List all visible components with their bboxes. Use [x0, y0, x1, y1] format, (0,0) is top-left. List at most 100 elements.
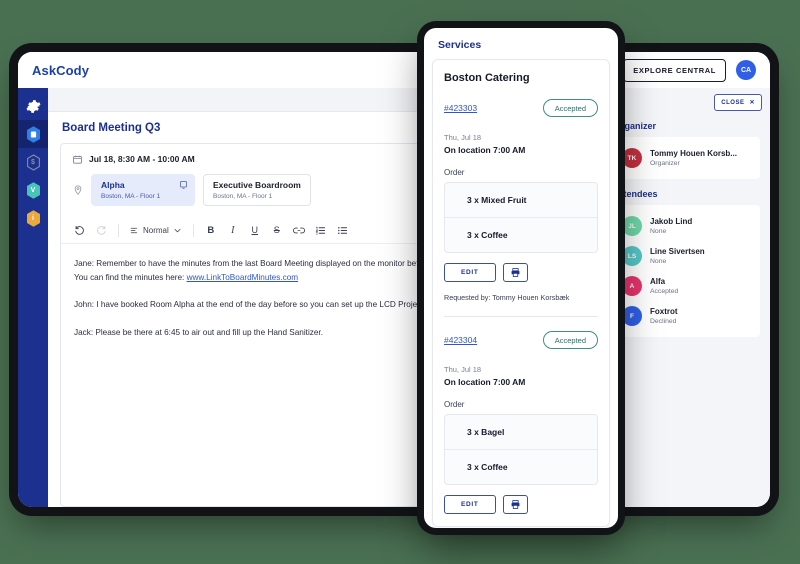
room-card-executive-boardroom[interactable]: Executive Boardroom Boston, MA - Floor 1: [203, 174, 311, 206]
order-requested-by: Requested by: Tommy Houen Korsbæk: [444, 293, 570, 302]
avatar: JL: [622, 216, 642, 236]
edit-button[interactable]: EDIT: [444, 263, 496, 282]
user-avatar[interactable]: CA: [736, 60, 756, 80]
meeting-date-text: Jul 18, 8:30 AM - 10:00 AM: [89, 154, 195, 164]
order-id-link[interactable]: #423303: [444, 103, 477, 113]
list-item[interactable]: JL Jakob Lind None: [612, 211, 760, 241]
service-vendor-name: Boston Catering: [444, 72, 530, 84]
services-panel: Services Boston Catering #423303 Accepte…: [424, 28, 618, 528]
text-style-label: Normal: [143, 225, 169, 235]
person-info: Jakob Lind None: [650, 217, 692, 236]
app-brand-logo: AskCody: [32, 62, 90, 78]
board-minutes-link[interactable]: www.LinkToBoardMinutes.com: [187, 273, 299, 282]
person-info: Foxtrot Declined: [650, 307, 678, 326]
printer-icon: [511, 500, 520, 509]
organizer-card: TK Tommy Houen Korsb... Organizer: [612, 137, 760, 179]
redo-icon[interactable]: [91, 220, 111, 240]
service-card: Boston Catering #423303 Accepted Thu, Ju…: [432, 59, 610, 527]
sidebar-item-meetings[interactable]: [18, 120, 48, 148]
sidebar-item-settings[interactable]: [18, 92, 48, 120]
close-panel-button[interactable]: CLOSE ✕: [714, 94, 762, 111]
order-item: 3 x Coffee: [445, 217, 597, 252]
order-id-link[interactable]: #423304: [444, 335, 477, 345]
person-name: Alfa: [650, 276, 666, 286]
bold-button[interactable]: B: [201, 220, 221, 240]
sidebar-billing-glyph: $: [31, 158, 35, 166]
paragraph-style-icon: [130, 227, 138, 233]
underline-button[interactable]: U: [245, 220, 265, 240]
organizer-heading: Organizer: [614, 121, 657, 131]
order-delivery-time: On location 7:00 AM: [444, 377, 526, 387]
order-item: 3 x Bagel: [467, 427, 505, 437]
close-button-label: CLOSE: [721, 99, 745, 106]
note-paragraph-2-text: You can find the minutes here:: [74, 272, 187, 282]
room-display-icon[interactable]: [180, 181, 187, 189]
hex-info-icon: i: [26, 209, 41, 227]
list-item[interactable]: TK Tommy Houen Korsb... Organizer: [612, 143, 760, 173]
status-badge: Accepted: [542, 331, 598, 349]
list-item[interactable]: LS Line Sivertsen None: [612, 241, 760, 271]
strikethrough-button[interactable]: S: [267, 220, 287, 240]
order-label: Order: [444, 400, 465, 409]
person-info: Alfa Accepted: [650, 277, 678, 296]
sidebar-item-visitors[interactable]: V: [18, 176, 48, 204]
print-button[interactable]: [502, 495, 528, 514]
attendees-heading: Attendees: [614, 189, 658, 199]
avatar: F: [622, 306, 642, 326]
room-card-alpha[interactable]: Alpha Boston, MA - Floor 1: [91, 174, 195, 206]
hex-meetings-icon: [26, 125, 41, 143]
order-actions: EDIT: [444, 495, 598, 514]
toolbar-divider: [118, 223, 119, 237]
undo-icon[interactable]: [69, 220, 89, 240]
edit-button[interactable]: EDIT: [444, 495, 496, 514]
service-order-423304: #423304 Accepted Thu, Jul 18 On location…: [444, 317, 598, 514]
text-style-dropdown[interactable]: Normal: [126, 226, 186, 235]
list-item[interactable]: F Foxtrot Declined: [612, 301, 760, 331]
order-items: 3 x Mixed Fruit 3 x Coffee: [444, 182, 598, 253]
sidebar-item-billing[interactable]: $: [18, 148, 48, 176]
sidebar-item-info[interactable]: i: [18, 204, 48, 232]
screenshot-stage: AskCody EXPLORE CENTRAL CA $ V i Board M…: [0, 0, 800, 564]
ordered-list-icon[interactable]: [311, 220, 331, 240]
close-icon: ✕: [749, 100, 755, 106]
person-name: Jakob Lind: [650, 216, 693, 226]
avatar: TK: [622, 148, 642, 168]
order-label: Order: [444, 168, 465, 177]
order-id-row: #423304 Accepted: [444, 331, 598, 349]
order-date: Thu, Jul 18: [444, 365, 482, 374]
close-row: CLOSE ✕: [602, 88, 770, 111]
room-location: Boston, MA - Floor 1: [101, 192, 161, 200]
gear-icon: [25, 99, 41, 113]
order-date: Thu, Jul 18: [444, 133, 482, 142]
order-item: 3 x Mixed Fruit: [467, 195, 527, 205]
status-badge: None: [650, 228, 667, 236]
attendees-panel: CLOSE ✕ Organizer TK Tommy Houen Korsb..…: [602, 88, 770, 507]
app-topbar: AskCody EXPLORE CENTRAL CA: [18, 52, 770, 88]
room-location: Boston, MA - Floor 1: [213, 192, 273, 200]
services-scroll-area[interactable]: Boston Catering #423303 Accepted Thu, Ju…: [424, 59, 618, 528]
services-panel-title: Services: [438, 39, 482, 51]
order-items: 3 x Bagel 3 x Coffee: [444, 414, 598, 485]
service-order-423303: #423303 Accepted Thu, Jul 18 On location…: [444, 99, 598, 302]
status-badge: Accepted: [650, 288, 679, 296]
sidebar-info-glyph: i: [32, 214, 34, 222]
topbar-actions: EXPLORE CENTRAL CA: [623, 58, 756, 82]
status-badge: Declined: [650, 318, 677, 326]
order-delivery-time: On location 7:00 AM: [444, 145, 526, 155]
person-name: Tommy Houen Korsb...: [650, 148, 737, 158]
link-icon[interactable]: [289, 220, 309, 240]
person-info: Line Sivertsen None: [650, 247, 705, 266]
italic-button[interactable]: I: [223, 220, 243, 240]
sidebar-visitors-glyph: V: [30, 186, 36, 194]
bullet-list-icon[interactable]: [333, 220, 353, 240]
explore-central-button[interactable]: EXPLORE CENTRAL: [623, 58, 726, 82]
printer-icon: [511, 268, 520, 277]
person-name: Line Sivertsen: [650, 246, 705, 256]
order-id-row: #423303 Accepted: [444, 99, 598, 117]
status-badge: Accepted: [542, 99, 598, 117]
app-window: AskCody EXPLORE CENTRAL CA $ V i Board M…: [18, 52, 770, 507]
avatar: LS: [622, 246, 642, 266]
print-button[interactable]: [502, 263, 528, 282]
status-badge: None: [650, 258, 667, 266]
list-item[interactable]: A Alfa Accepted: [612, 271, 760, 301]
